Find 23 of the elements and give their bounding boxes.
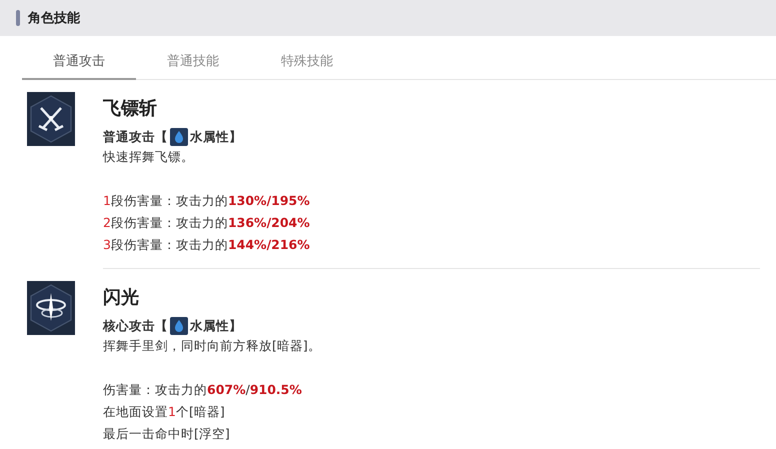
water-drop-icon: [170, 128, 188, 146]
section-title: 角色技能: [28, 10, 80, 27]
skill-type: 核心攻击【: [103, 318, 168, 334]
element-label: 水属性】: [190, 128, 242, 146]
swirl-icon: [27, 281, 75, 335]
element-label: 水属性】: [190, 318, 242, 334]
water-drop-icon: [170, 317, 188, 335]
crossed-swords-icon: [27, 92, 75, 146]
damage-stat: 伤害量：攻击力的607%/910.5%: [103, 381, 303, 399]
tab[interactable]: 普通攻击: [22, 45, 136, 80]
damage-stat: 1段伤害量：攻击力的130%/195%: [103, 192, 311, 210]
skill-name: 闪光: [103, 286, 140, 309]
damage-stat: 在地面设置1个[暗器]: [103, 403, 226, 421]
title-accent-bar: [16, 10, 20, 26]
skill-name: 飞镖斩: [103, 97, 158, 120]
skill-description: 快速挥舞飞镖。: [103, 148, 195, 166]
skill-description: 挥舞手里剑，同时向前方释放[暗器]。: [103, 337, 322, 355]
damage-stat: 2段伤害量：攻击力的136%/204%: [103, 214, 311, 232]
tab[interactable]: 特殊技能: [250, 45, 364, 80]
skill-type: 普通攻击【: [103, 128, 168, 146]
damage-stat: 最后一击命中时[浮空]: [103, 425, 231, 443]
damage-stat: 3段伤害量：攻击力的144%/216%: [103, 236, 311, 254]
tab[interactable]: 普通技能: [136, 45, 250, 80]
